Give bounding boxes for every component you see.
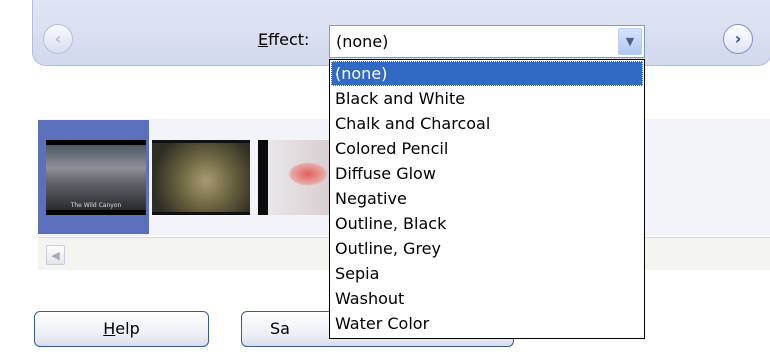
effect-option[interactable]: Chalk and Charcoal: [331, 111, 643, 136]
effect-option[interactable]: Outline, Grey: [331, 236, 643, 261]
effect-option[interactable]: (none): [331, 61, 643, 86]
effect-option[interactable]: Sepia: [331, 261, 643, 286]
effect-option[interactable]: Diffuse Glow: [331, 161, 643, 186]
effect-option[interactable]: Washout: [331, 286, 643, 311]
filmstrip-thumbnail[interactable]: [152, 140, 250, 215]
chevron-down-icon[interactable]: ▼: [618, 28, 642, 55]
effect-selected-value: (none): [336, 32, 389, 51]
filmstrip-thumbnail[interactable]: [258, 140, 329, 215]
effect-label: Effect:: [258, 30, 310, 49]
previous-button[interactable]: ‹: [43, 24, 73, 54]
effect-option[interactable]: Outline, Black: [331, 211, 643, 236]
back-arrow-icon: ‹: [54, 29, 62, 48]
effect-option[interactable]: Black and White: [331, 86, 643, 111]
effect-dropdown[interactable]: (none) ▼: [329, 25, 645, 58]
forward-arrow-icon: ›: [734, 29, 742, 48]
help-button[interactable]: Help: [34, 311, 209, 347]
next-button[interactable]: ›: [723, 24, 753, 54]
effect-option[interactable]: Colored Pencil: [331, 136, 643, 161]
thumbnail-caption: The Wild Canyon: [70, 202, 122, 209]
effect-option[interactable]: Negative: [331, 186, 643, 211]
effect-option[interactable]: Water Color: [331, 311, 643, 336]
scroll-left-arrow-icon[interactable]: ◀: [46, 245, 65, 265]
filmstrip-thumbnail[interactable]: The Wild Canyon: [46, 140, 146, 215]
effect-options-list[interactable]: (none) Black and White Chalk and Charcoal C…: [329, 59, 645, 339]
